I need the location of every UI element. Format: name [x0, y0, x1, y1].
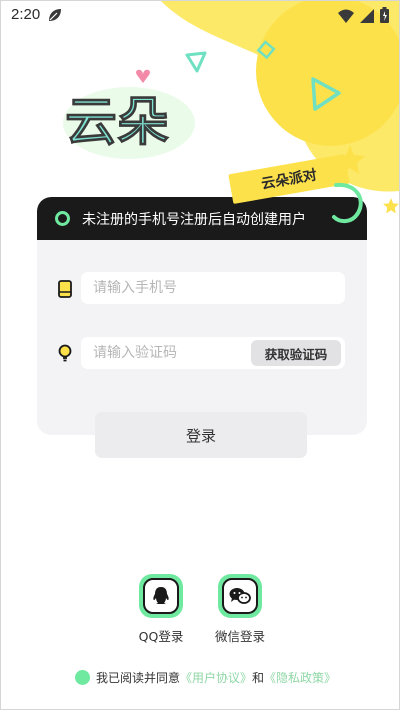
qq-login-label: QQ登录: [138, 629, 184, 644]
wechat-login-button[interactable]: 微信登录: [210, 574, 270, 645]
wechat-icon: [229, 588, 251, 604]
code-field: 获取验证码: [81, 337, 345, 369]
status-bar: 2:20: [1, 1, 399, 29]
agreement-row: 我已阅读并同意 《用户协议》 和 《隐私政策》: [75, 669, 336, 686]
phone-icon: [58, 280, 72, 302]
user-agreement-link[interactable]: 《用户协议》: [180, 669, 252, 686]
phone-input[interactable]: [81, 279, 295, 297]
notice-text: 未注册的手机号注册后自动创建用户: [82, 211, 306, 228]
signal-icon: [360, 8, 374, 27]
status-time: 2:20: [11, 6, 41, 23]
get-code-button[interactable]: 获取验证码: [251, 340, 341, 366]
notice-dot-icon: [55, 211, 70, 226]
login-card: 未注册的手机号注册后自动创建用户 获取验证码: [37, 197, 367, 435]
logo-text: 云朵: [65, 93, 169, 153]
qq-login-button[interactable]: QQ登录: [131, 574, 191, 645]
system-icons: [338, 7, 389, 27]
bulb-icon: [58, 344, 72, 366]
privacy-policy-link[interactable]: 《隐私政策》: [264, 669, 336, 686]
phone-field: [81, 272, 345, 304]
agree-checkbox[interactable]: [75, 670, 90, 685]
battery-icon: [380, 7, 389, 27]
star-small-icon: [383, 198, 399, 214]
agreement-and: 和: [252, 671, 265, 685]
notice-bar: 未注册的手机号注册后自动创建用户: [37, 197, 367, 240]
login-button[interactable]: 登录: [95, 412, 307, 458]
leaf-icon: [47, 7, 63, 27]
code-input[interactable]: [81, 344, 245, 362]
wechat-login-label: 微信登录: [214, 629, 265, 644]
app-screen: 2:20 云朵 云朵派对 未注册的手机号注册后自动创建用户 请输入手机号 请输入…: [0, 0, 400, 710]
app-logo: 云朵: [63, 69, 195, 159]
wifi-icon: [338, 8, 354, 27]
agreement-text: 我已阅读并同意: [96, 671, 181, 685]
star-icon: [335, 145, 365, 174]
swirl-decoration: [332, 182, 363, 224]
qq-icon: [153, 587, 169, 604]
